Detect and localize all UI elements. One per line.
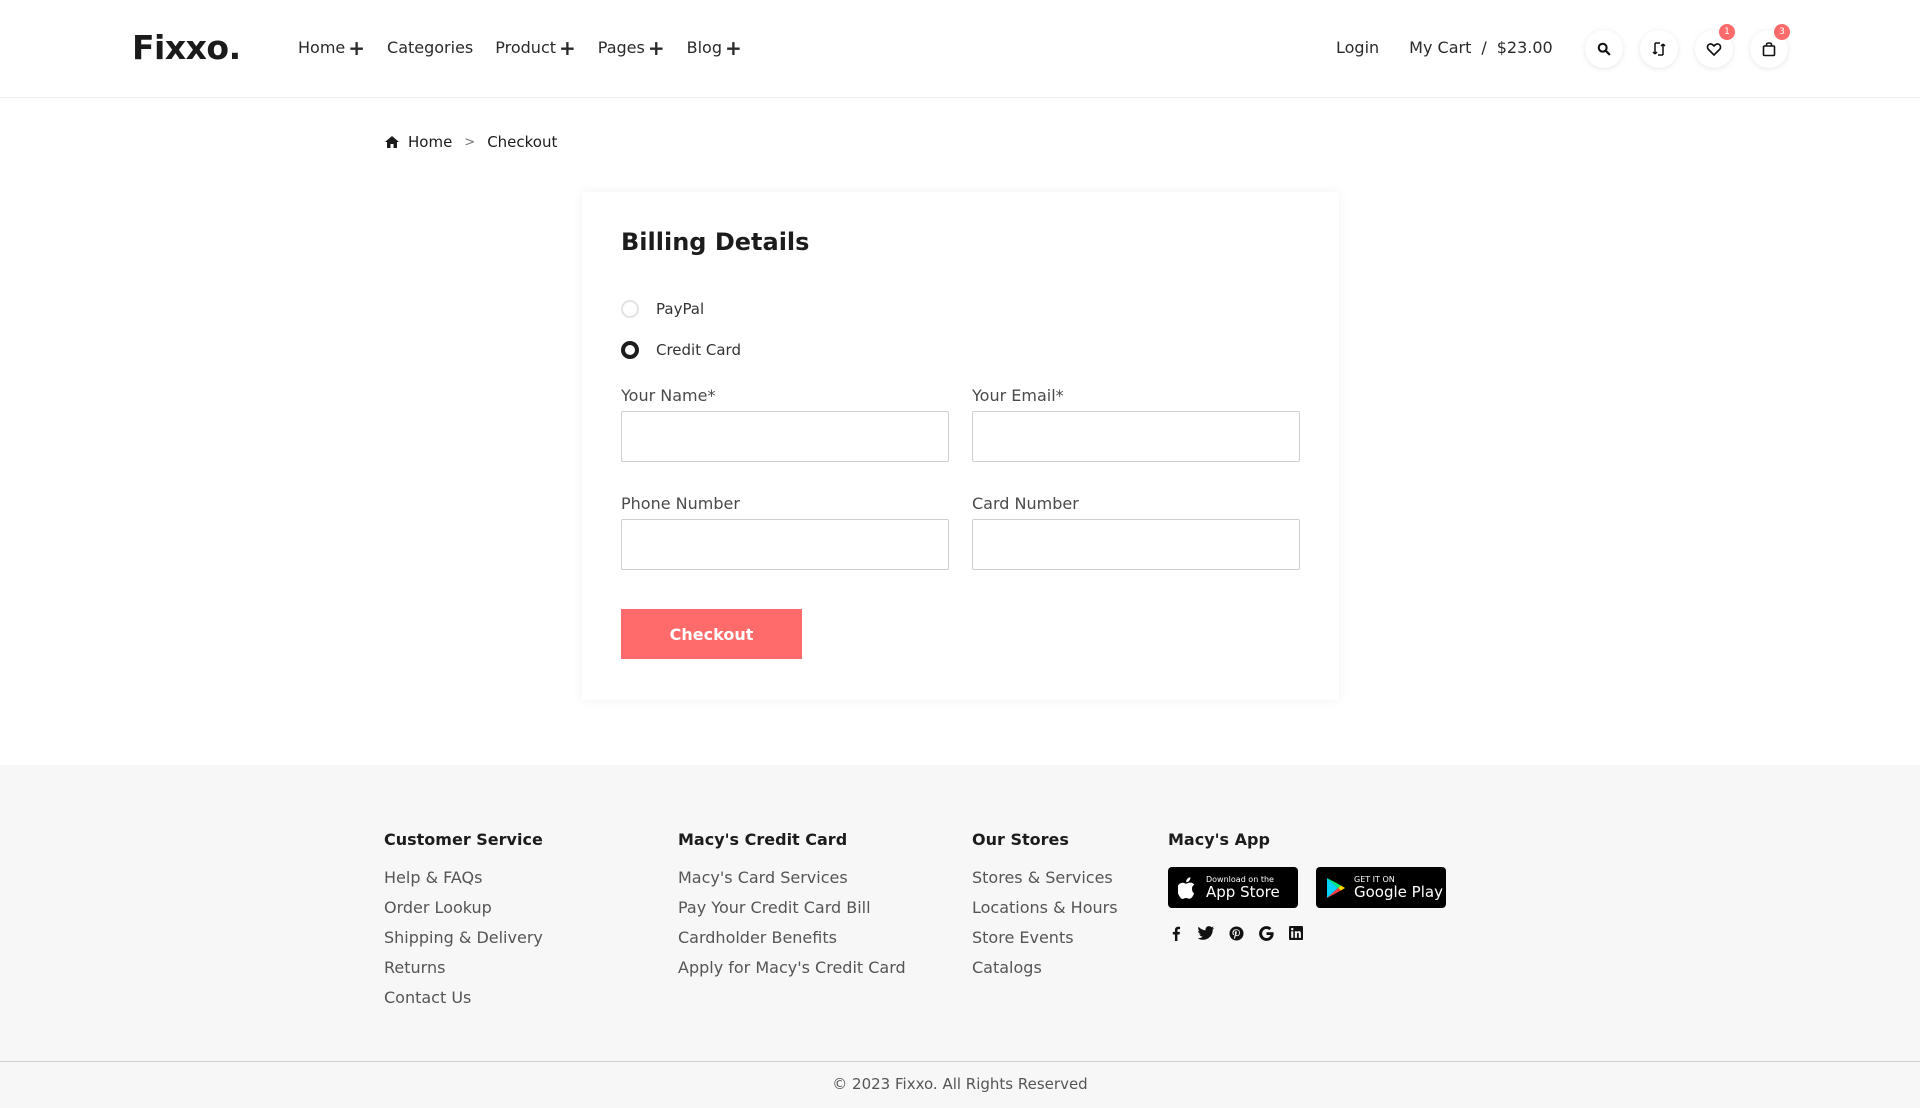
footer-link-help[interactable]: Help & FAQs xyxy=(384,863,543,893)
nav-item-pages[interactable]: Pages + xyxy=(597,35,665,60)
footer-heading: Our Stores xyxy=(972,830,1069,849)
social-links xyxy=(1168,925,1304,941)
footer-customer-service: Customer Service Help & FAQs Order Looku… xyxy=(384,830,543,1013)
nav-item-product[interactable]: Product + xyxy=(495,35,576,60)
heart-icon xyxy=(1706,43,1722,57)
checkout-button[interactable]: Checkout xyxy=(621,609,802,659)
card-number-field[interactable] xyxy=(972,519,1300,570)
footer-link-card-services[interactable]: Macy's Card Services xyxy=(678,863,906,893)
email-field[interactable] xyxy=(972,411,1300,462)
cart-total: $23.00 xyxy=(1496,38,1553,57)
footer-divider xyxy=(0,1061,1920,1062)
nav-item-label: Blog xyxy=(686,38,722,57)
search-icon xyxy=(1597,42,1611,56)
google-icon[interactable] xyxy=(1258,925,1274,941)
nav-item-label: Categories xyxy=(387,38,474,57)
payment-option-credit-card[interactable]: Credit Card xyxy=(621,341,741,359)
footer-link-locations[interactable]: Locations & Hours xyxy=(972,893,1118,923)
search-button[interactable] xyxy=(1585,30,1623,68)
billing-title: Billing Details xyxy=(621,228,810,256)
footer-link-contact[interactable]: Contact Us xyxy=(384,983,543,1013)
payment-option-label: Credit Card xyxy=(656,341,741,359)
plus-icon: + xyxy=(647,35,665,60)
radio-paypal[interactable] xyxy=(621,300,639,318)
footer-link-apply[interactable]: Apply for Macy's Credit Card xyxy=(678,953,906,983)
breadcrumb-current: Checkout xyxy=(487,133,558,151)
footer-link-returns[interactable]: Returns xyxy=(384,953,543,983)
app-store-big-text: App Store xyxy=(1206,882,1280,901)
footer-link-stores-services[interactable]: Stores & Services xyxy=(972,863,1118,893)
linkedin-icon[interactable] xyxy=(1288,925,1304,941)
plus-icon: + xyxy=(725,35,742,60)
footer-app: Macy's App xyxy=(1168,830,1270,863)
wishlist-count-badge: 1 xyxy=(1719,24,1735,40)
nav-item-home[interactable]: Home + xyxy=(298,35,366,60)
nav-item-label: Pages xyxy=(597,38,645,57)
google-play-text: GET IT ON Google Play xyxy=(1354,875,1443,901)
apple-icon xyxy=(1178,876,1195,899)
payment-option-paypal[interactable]: PayPal xyxy=(621,300,704,318)
footer-link-benefits[interactable]: Cardholder Benefits xyxy=(678,923,906,953)
footer-link-catalogs[interactable]: Catalogs xyxy=(972,953,1118,983)
wishlist-button[interactable]: 1 xyxy=(1695,24,1735,68)
home-icon xyxy=(385,136,399,148)
site-header: Fixxo. Home + Categories Product + Pages + … xyxy=(0,0,1920,98)
footer-stores: Our Stores Stores & Services Locations &… xyxy=(972,830,1118,983)
my-cart-link[interactable]: My Cart xyxy=(1409,38,1471,57)
breadcrumb: Home > Checkout xyxy=(384,133,557,151)
footer-link-shipping[interactable]: Shipping & Delivery xyxy=(384,923,543,953)
plus-icon: + xyxy=(348,35,366,60)
breadcrumb-home[interactable]: Home xyxy=(408,133,452,151)
phone-field[interactable] xyxy=(621,519,949,570)
footer-heading: Macy's App xyxy=(1168,830,1270,849)
copyright-text: © 2023 Fixxo. All Rights Reserved xyxy=(832,1075,1088,1093)
footer-heading: Customer Service xyxy=(384,830,543,849)
email-label: Your Email* xyxy=(972,386,1064,405)
billing-card: Billing Details PayPal Credit Card Your … xyxy=(582,192,1339,700)
bag-icon xyxy=(1762,42,1776,57)
breadcrumb-separator: > xyxy=(464,134,476,150)
cart-separator: / xyxy=(1481,38,1487,57)
compare-button[interactable] xyxy=(1640,30,1678,68)
footer-credit-card: Macy's Credit Card Macy's Card Services … xyxy=(678,830,906,983)
login-link[interactable]: Login xyxy=(1336,38,1379,57)
radio-credit-card[interactable] xyxy=(621,341,639,359)
name-field[interactable] xyxy=(621,411,949,462)
google-play-icon xyxy=(1327,877,1345,898)
main-nav: Home + Categories Product + Pages + Blog + xyxy=(298,35,742,60)
plus-icon: + xyxy=(559,35,576,60)
bag-count-badge: 3 xyxy=(1774,24,1790,40)
compare-icon xyxy=(1652,42,1666,56)
nav-item-label: Home xyxy=(298,38,346,57)
name-label: Your Name* xyxy=(621,386,716,405)
account-nav: Login My Cart / $23.00 xyxy=(1336,38,1553,57)
app-store-text: Download on the App Store xyxy=(1206,875,1280,901)
app-store-badge[interactable]: Download on the App Store xyxy=(1168,867,1298,908)
footer-link-order-lookup[interactable]: Order Lookup xyxy=(384,893,543,923)
footer-heading: Macy's Credit Card xyxy=(678,830,848,849)
facebook-icon[interactable] xyxy=(1168,925,1184,941)
payment-option-label: PayPal xyxy=(656,300,705,318)
phone-label: Phone Number xyxy=(621,494,740,513)
footer-link-events[interactable]: Store Events xyxy=(972,923,1118,953)
nav-item-label: Product xyxy=(495,38,557,57)
google-play-big-text: Google Play xyxy=(1354,882,1443,901)
site-footer: Customer Service Help & FAQs Order Looku… xyxy=(0,765,1920,1108)
card-number-label: Card Number xyxy=(972,494,1079,513)
site-logo[interactable]: Fixxo. xyxy=(132,28,241,67)
twitter-icon[interactable] xyxy=(1198,925,1214,941)
google-play-badge[interactable]: GET IT ON Google Play xyxy=(1316,867,1446,908)
nav-item-blog[interactable]: Blog + xyxy=(686,35,742,60)
nav-item-categories[interactable]: Categories xyxy=(387,38,473,57)
bag-button[interactable]: 3 xyxy=(1750,24,1790,68)
footer-link-pay-bill[interactable]: Pay Your Credit Card Bill xyxy=(678,893,906,923)
pinterest-icon[interactable] xyxy=(1228,925,1244,941)
